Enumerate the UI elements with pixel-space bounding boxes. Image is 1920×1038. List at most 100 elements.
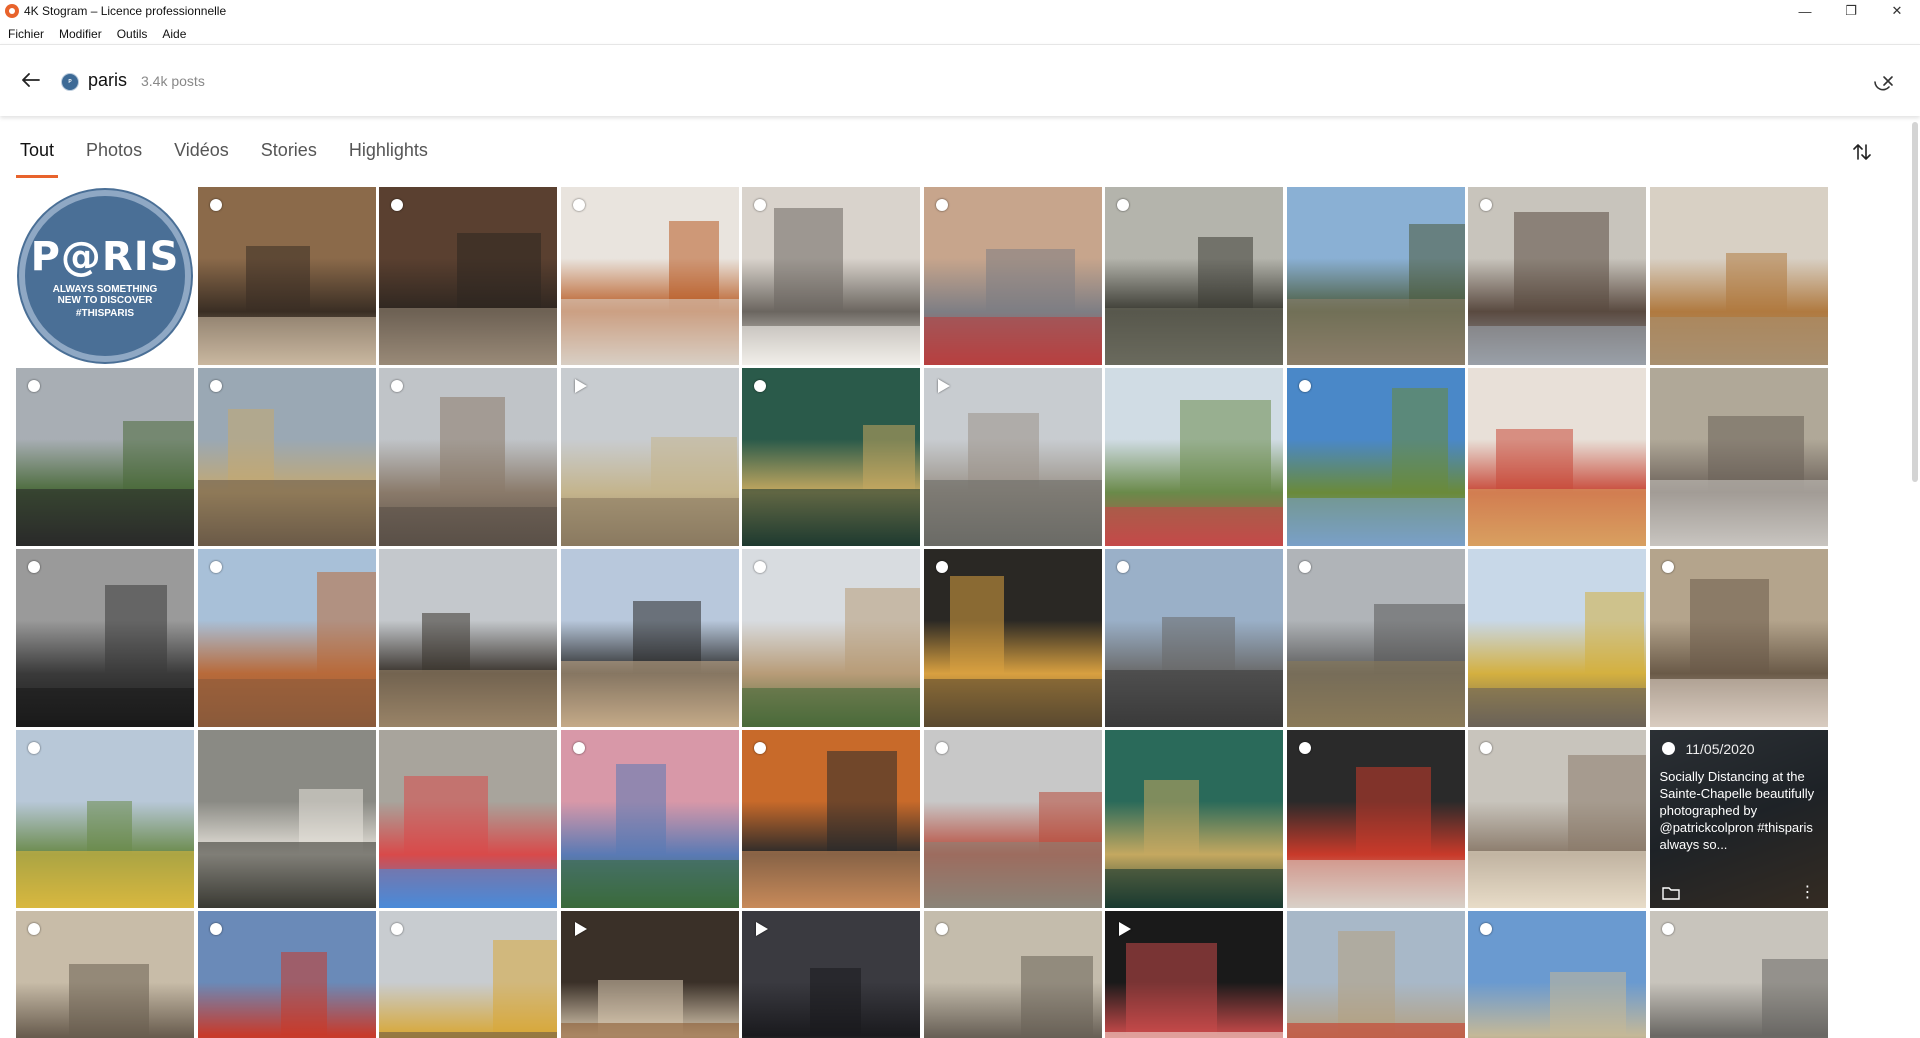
- select-circle-icon[interactable]: [1298, 561, 1311, 573]
- select-circle-icon[interactable]: [1298, 380, 1311, 392]
- select-circle-icon[interactable]: [1117, 561, 1129, 573]
- media-tile[interactable]: [560, 730, 739, 908]
- select-circle-icon[interactable]: [1298, 742, 1311, 754]
- media-tile[interactable]: [1649, 911, 1828, 1038]
- tab-videos[interactable]: Vidéos: [174, 140, 229, 170]
- media-tile[interactable]: [1286, 368, 1465, 546]
- select-circle-icon[interactable]: [754, 742, 766, 754]
- media-tile[interactable]: [923, 730, 1102, 908]
- media-tile[interactable]: [560, 187, 739, 365]
- menu-item-modifier[interactable]: Modifier: [59, 27, 102, 41]
- select-circle-icon[interactable]: [209, 199, 222, 211]
- select-circle-icon[interactable]: [391, 380, 403, 392]
- select-circle-icon[interactable]: [28, 742, 40, 754]
- select-circle-icon[interactable]: [1480, 923, 1492, 935]
- media-tile[interactable]: [1105, 549, 1283, 727]
- media-tile[interactable]: [923, 187, 1102, 365]
- media-tile[interactable]: [197, 911, 376, 1038]
- media-tile[interactable]: [1468, 730, 1646, 908]
- select-circle-icon[interactable]: [572, 199, 585, 211]
- media-tile[interactable]: [16, 911, 194, 1038]
- media-tile[interactable]: [379, 730, 557, 908]
- select-checkbox[interactable]: [1661, 742, 1675, 755]
- media-tile[interactable]: [197, 187, 376, 365]
- select-circle-icon[interactable]: [935, 199, 948, 211]
- menu-item-outils[interactable]: Outils: [117, 27, 148, 41]
- close-button[interactable]: ✕: [1874, 0, 1920, 22]
- media-tile[interactable]: [560, 368, 739, 546]
- folder-icon[interactable]: [1661, 886, 1680, 900]
- select-circle-icon[interactable]: [1661, 923, 1674, 935]
- media-tile[interactable]: 11/05/2020 Socially Distancing at the Sai…: [1649, 730, 1828, 908]
- media-tile[interactable]: [1468, 187, 1646, 365]
- media-tile[interactable]: [1105, 368, 1283, 546]
- media-tile[interactable]: [1649, 368, 1828, 546]
- media-tile[interactable]: [742, 368, 920, 546]
- select-circle-icon[interactable]: [391, 199, 403, 211]
- media-tile[interactable]: [197, 368, 376, 546]
- media-tile[interactable]: P@RIS ALWAYS SOMETHING NEW TO DISCOVER #THI…: [16, 187, 194, 365]
- media-tile[interactable]: [1649, 187, 1828, 365]
- media-tile[interactable]: [1468, 368, 1646, 546]
- tab-stories[interactable]: Stories: [261, 140, 317, 170]
- select-circle-icon[interactable]: [1480, 742, 1492, 754]
- media-tile[interactable]: [16, 368, 194, 546]
- select-circle-icon[interactable]: [28, 561, 40, 573]
- select-circle-icon[interactable]: [935, 561, 948, 573]
- scrollbar[interactable]: [1910, 118, 1918, 1038]
- media-tile[interactable]: [560, 549, 739, 727]
- media-tile[interactable]: [742, 549, 920, 727]
- sort-button[interactable]: [1848, 138, 1876, 166]
- media-tile[interactable]: [379, 187, 557, 365]
- media-tile[interactable]: [1105, 730, 1283, 908]
- select-circle-icon[interactable]: [754, 380, 766, 392]
- media-tile[interactable]: [379, 368, 557, 546]
- select-circle-icon[interactable]: [1480, 199, 1492, 211]
- remove-subscription-button[interactable]: [1870, 69, 1896, 95]
- tab-highlights[interactable]: Highlights: [349, 140, 428, 170]
- select-circle-icon[interactable]: [28, 923, 40, 935]
- tab-photos[interactable]: Photos: [86, 140, 142, 170]
- media-tile[interactable]: [379, 549, 557, 727]
- media-tile[interactable]: [1105, 187, 1283, 365]
- select-circle-icon[interactable]: [28, 380, 40, 392]
- media-tile[interactable]: [1286, 549, 1465, 727]
- media-tile[interactable]: [379, 911, 557, 1038]
- select-circle-icon[interactable]: [572, 742, 585, 754]
- media-tile[interactable]: [1649, 549, 1828, 727]
- media-tile[interactable]: [923, 911, 1102, 1038]
- media-tile[interactable]: [1286, 187, 1465, 365]
- media-tile[interactable]: [1468, 911, 1646, 1038]
- media-tile[interactable]: [16, 549, 194, 727]
- media-tile[interactable]: [742, 730, 920, 908]
- media-tile[interactable]: [742, 187, 920, 365]
- media-tile[interactable]: [1286, 911, 1465, 1038]
- select-circle-icon[interactable]: [1117, 199, 1129, 211]
- menu-item-fichier[interactable]: Fichier: [8, 27, 44, 41]
- more-options-icon[interactable]: ⋮: [1800, 885, 1816, 901]
- media-tile[interactable]: [560, 911, 739, 1038]
- media-tile[interactable]: [197, 549, 376, 727]
- media-tile[interactable]: [1468, 549, 1646, 727]
- media-tile[interactable]: [923, 549, 1102, 727]
- select-circle-icon[interactable]: [935, 923, 948, 935]
- menu-item-aide[interactable]: Aide: [162, 27, 186, 41]
- minimize-button[interactable]: —: [1782, 0, 1828, 22]
- select-circle-icon[interactable]: [754, 199, 766, 211]
- tab-tout[interactable]: Tout: [15, 140, 59, 178]
- select-circle-icon[interactable]: [935, 742, 948, 754]
- media-tile[interactable]: [1286, 730, 1465, 908]
- select-circle-icon[interactable]: [209, 561, 222, 573]
- select-circle-icon[interactable]: [754, 561, 766, 573]
- media-tile[interactable]: [197, 730, 376, 908]
- select-circle-icon[interactable]: [391, 923, 403, 935]
- media-tile[interactable]: [16, 730, 194, 908]
- select-circle-icon[interactable]: [209, 380, 222, 392]
- media-tile[interactable]: [923, 368, 1102, 546]
- media-tile[interactable]: [1105, 911, 1283, 1038]
- select-circle-icon[interactable]: [1661, 561, 1674, 573]
- select-circle-icon[interactable]: [209, 923, 222, 935]
- media-tile[interactable]: [742, 911, 920, 1038]
- back-button[interactable]: [18, 67, 44, 93]
- maximize-button[interactable]: ❐: [1828, 0, 1874, 22]
